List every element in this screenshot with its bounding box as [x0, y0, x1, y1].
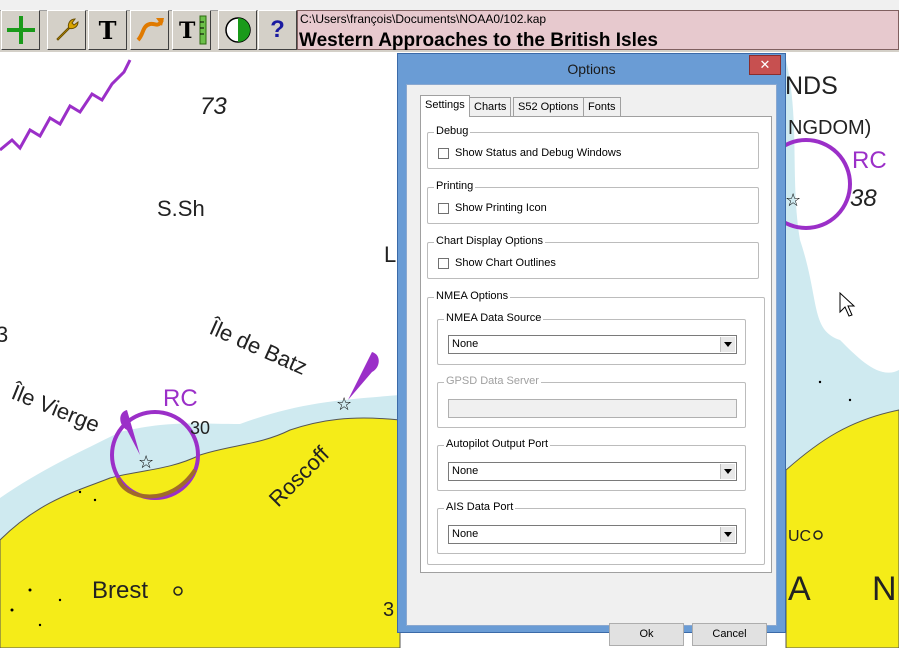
- gpsd-group: GPSD Data Server: [437, 375, 746, 428]
- text-button[interactable]: T: [88, 10, 127, 50]
- label-3: 3: [383, 599, 394, 621]
- file-path: C:\Users\françois\Documents\NOAA0/102.ka…: [300, 12, 547, 26]
- wrench-icon: [55, 18, 79, 41]
- ais-group: AIS Data Port None: [437, 501, 746, 554]
- label-left-3: 3: [0, 322, 8, 347]
- dialog-body: Settings Charts S52 Options Fonts Debug …: [406, 84, 777, 646]
- star-symbol-left: ☆: [138, 452, 154, 473]
- autopilot-label: Autopilot Output Port: [444, 438, 551, 450]
- tab-settings[interactable]: Settings: [420, 95, 470, 117]
- debug-checkbox-label: Show Status and Debug Windows: [455, 147, 622, 159]
- toolbar: T T ? C:\Users\françois\Documents\NOAA0/…: [0, 0, 899, 52]
- ok-button[interactable]: Ok: [609, 623, 684, 646]
- settings-button[interactable]: [47, 10, 86, 50]
- star-symbol-roscoff: ☆: [336, 394, 352, 415]
- chart-title: Western Approaches to the British Isles: [299, 30, 658, 51]
- chart-display-group-label: Chart Display Options: [434, 235, 545, 247]
- options-dialog: Options ✕ Settings Charts S52 Options Fo…: [397, 53, 786, 646]
- help-button[interactable]: ?: [258, 10, 297, 50]
- ais-select[interactable]: None: [448, 525, 737, 544]
- autopilot-value: None: [452, 465, 479, 477]
- nmea-source-label: NMEA Data Source: [444, 312, 544, 324]
- chart-info-panel: C:\Users\françois\Documents\NOAA0/102.ka…: [297, 10, 899, 51]
- label-rc-right: RC: [852, 147, 887, 174]
- printing-group: Printing Show Printing Icon: [427, 180, 759, 224]
- chevron-down-icon[interactable]: [720, 527, 735, 542]
- label-38: 38: [850, 185, 877, 212]
- printing-group-label: Printing: [434, 180, 476, 192]
- dialog-title: Options: [567, 61, 616, 77]
- debug-checkbox[interactable]: [438, 147, 449, 159]
- ais-label: AIS Data Port: [444, 501, 516, 513]
- printing-checkbox-label: Show Printing Icon: [455, 202, 547, 214]
- route-icon: [135, 18, 164, 42]
- autopilot-select[interactable]: None: [448, 462, 737, 481]
- nmea-source-group: NMEA Data Source None: [437, 312, 746, 365]
- label-uc: UC: [788, 528, 811, 545]
- text-icon: T: [98, 15, 117, 45]
- close-icon: ✕: [759, 57, 771, 72]
- route-button[interactable]: [130, 10, 169, 50]
- nmea-group: NMEA Options NMEA Data Source None GPSD …: [427, 290, 765, 565]
- printing-checkbox-row[interactable]: Show Printing Icon: [438, 202, 547, 214]
- cancel-button[interactable]: Cancel: [692, 623, 767, 646]
- chart-outlines-checkbox-label: Show Chart Outlines: [455, 257, 556, 269]
- tab-charts[interactable]: Charts: [469, 97, 512, 116]
- text-ruler-icon: T: [179, 15, 206, 45]
- chevron-down-icon[interactable]: [720, 464, 735, 479]
- printing-checkbox[interactable]: [438, 202, 449, 214]
- add-icon: [6, 16, 35, 44]
- debug-group-label: Debug: [434, 125, 471, 137]
- nmea-source-value: None: [452, 338, 479, 350]
- label-a: A: [788, 570, 811, 608]
- label-ssh: S.Sh: [157, 196, 205, 221]
- nmea-group-label: NMEA Options: [434, 290, 511, 302]
- debug-group: Debug Show Status and Debug Windows: [427, 125, 759, 169]
- text-ruler-button[interactable]: T: [172, 10, 211, 50]
- nmea-source-select[interactable]: None: [448, 335, 737, 354]
- gpsd-label: GPSD Data Server: [444, 375, 541, 387]
- tab-s52-options[interactable]: S52 Options: [513, 97, 584, 116]
- label-rc-left: RC: [163, 385, 198, 412]
- chart-outlines-checkbox[interactable]: [438, 257, 449, 269]
- day-night-button[interactable]: [218, 10, 257, 50]
- star-symbol-right: ☆: [785, 190, 801, 211]
- help-icon: ?: [270, 16, 285, 43]
- settings-panel: Debug Show Status and Debug Windows Prin…: [420, 116, 772, 573]
- label-ngdom: NGDOM): [788, 117, 871, 139]
- chart-outlines-checkbox-row[interactable]: Show Chart Outlines: [438, 257, 556, 269]
- tab-fonts[interactable]: Fonts: [583, 97, 621, 116]
- add-button[interactable]: [1, 10, 40, 50]
- close-button[interactable]: ✕: [749, 55, 781, 75]
- label-l: L: [384, 242, 396, 267]
- label-30: 30: [190, 418, 210, 438]
- depth-73: 73: [200, 93, 227, 120]
- chevron-down-icon[interactable]: [720, 337, 735, 352]
- label-ands: NDS: [785, 72, 838, 100]
- chart-display-group: Chart Display Options Show Chart Outline…: [427, 235, 759, 279]
- debug-checkbox-row[interactable]: Show Status and Debug Windows: [438, 147, 621, 159]
- svg-text:T: T: [179, 18, 196, 44]
- label-brest: Brest: [92, 577, 148, 604]
- autopilot-group: Autopilot Output Port None: [437, 438, 746, 491]
- gpsd-server-input[interactable]: [448, 399, 737, 418]
- ais-value: None: [452, 528, 479, 540]
- day-night-icon: [224, 17, 251, 43]
- label-n: N: [872, 570, 897, 608]
